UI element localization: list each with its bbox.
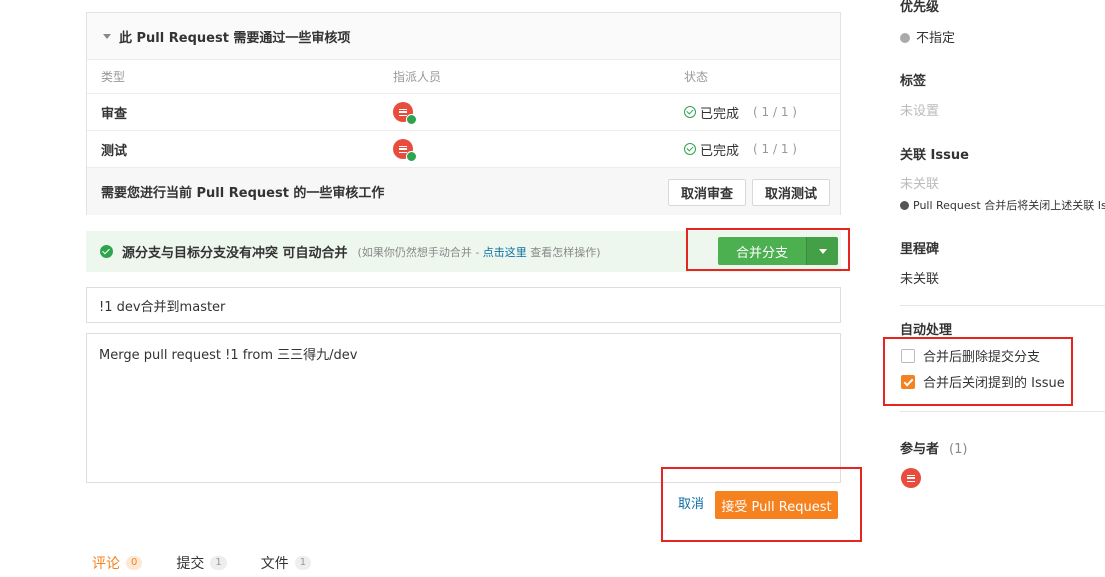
issue-value[interactable]: 未关联: [900, 173, 939, 192]
merge-message-textarea[interactable]: Merge pull request !1 from 三三得九/dev: [86, 333, 841, 483]
cancel-review-button[interactable]: 取消审查: [668, 179, 747, 206]
approved-check-icon: [406, 114, 417, 125]
auto-process-title: 自动处理: [900, 323, 953, 338]
avatar[interactable]: [393, 139, 417, 162]
milestone-title: 里程碑: [900, 242, 940, 257]
status-cell: 已完成 ( 1 / 1 ): [684, 94, 797, 130]
highlight-box: [661, 467, 862, 542]
tab-label: 评论: [92, 556, 120, 572]
status-text: 已完成: [700, 106, 740, 122]
priority-dot-icon: [900, 33, 910, 43]
highlight-box: [686, 228, 850, 271]
milestone-value[interactable]: 未关联: [900, 268, 939, 287]
priority-text: 不指定: [916, 31, 956, 46]
pr-tabs: 评论 0 提交 1 文件 1: [92, 553, 345, 573]
review-heading: 此 Pull Request 需要通过一些审核项: [119, 30, 351, 46]
merge-hint-suffix: 查看怎样操作): [526, 245, 601, 259]
merge-hint-prefix: (如果你仍然想手动合并 -: [357, 245, 483, 259]
tab-comments[interactable]: 评论 0: [92, 553, 143, 573]
issue-note: Pull Request 合并后将关闭上述关联 Iss: [900, 197, 1105, 213]
highlight-box: [883, 337, 1073, 406]
count-badge: 1: [294, 556, 312, 570]
merge-title-input[interactable]: !1 dev合并到master: [86, 287, 841, 323]
avatar[interactable]: [393, 102, 417, 125]
review-type: 审查: [101, 106, 128, 122]
count-badge: 1: [210, 556, 227, 570]
count-badge: 0: [126, 556, 143, 570]
labels-value[interactable]: 未设置: [900, 100, 939, 119]
review-footer: 需要您进行当前 Pull Request 的一些审核工作 取消审查 取消测试: [87, 168, 840, 215]
assignee-cell: [393, 131, 417, 167]
check-circle-icon: [684, 143, 696, 155]
manual-merge-link[interactable]: 点击这里: [483, 246, 527, 259]
review-header[interactable]: 此 Pull Request 需要通过一些审核项: [87, 13, 840, 59]
column-status: 状态: [684, 70, 709, 84]
review-type: 测试: [101, 143, 128, 159]
review-table-header: 类型 指派人员 状态: [87, 60, 840, 94]
labels-title: 标签: [900, 74, 927, 89]
participants-label: 参与者: [900, 442, 940, 457]
status-count: ( 1 / 1 ): [753, 105, 797, 119]
review-table: 类型 指派人员 状态 审查 已完成 ( 1 / 1 ) 测试 已完成 ( 1 /…: [87, 59, 840, 168]
merge-status-text: 源分支与目标分支没有冲突 可自动合并: [122, 246, 348, 261]
review-footer-text: 需要您进行当前 Pull Request 的一些审核工作: [101, 186, 385, 201]
issue-note-text: Pull Request 合并后将关闭上述关联 Iss: [913, 199, 1105, 212]
check-circle-icon: [100, 245, 113, 258]
issue-title: 关联 Issue: [900, 148, 969, 163]
status-count: ( 1 / 1 ): [753, 142, 797, 156]
cancel-test-button[interactable]: 取消测试: [752, 179, 831, 206]
divider: [900, 411, 1105, 412]
caret-down-icon[interactable]: [103, 33, 111, 39]
participant-avatar[interactable]: [901, 468, 921, 488]
review-row-review: 审查 已完成 ( 1 / 1 ): [87, 94, 840, 131]
approved-check-icon: [406, 151, 417, 162]
tab-label: 文件: [260, 556, 289, 572]
divider: [900, 305, 1105, 306]
review-panel: 此 Pull Request 需要通过一些审核项 类型 指派人员 状态 审查 已…: [86, 12, 841, 215]
status-cell: 已完成 ( 1 / 1 ): [684, 131, 797, 167]
priority-title: 优先级: [900, 0, 940, 15]
tab-files[interactable]: 文件 1: [260, 553, 312, 573]
tab-commits[interactable]: 提交 1: [176, 553, 227, 573]
merge-hint: (如果你仍然想手动合并 - 点击这里 查看怎样操作): [358, 244, 601, 260]
info-icon: [900, 201, 909, 210]
check-circle-icon: [684, 106, 696, 118]
column-assignee: 指派人员: [393, 70, 442, 84]
tab-label: 提交: [176, 556, 205, 572]
assignee-cell: [393, 94, 417, 130]
column-type: 类型: [101, 70, 126, 84]
review-row-test: 测试 已完成 ( 1 / 1 ): [87, 131, 840, 168]
status-text: 已完成: [700, 143, 740, 159]
participants-count: (1): [949, 442, 968, 457]
participants-title: 参与者 (1): [900, 438, 967, 457]
priority-value[interactable]: 不指定: [900, 27, 955, 46]
